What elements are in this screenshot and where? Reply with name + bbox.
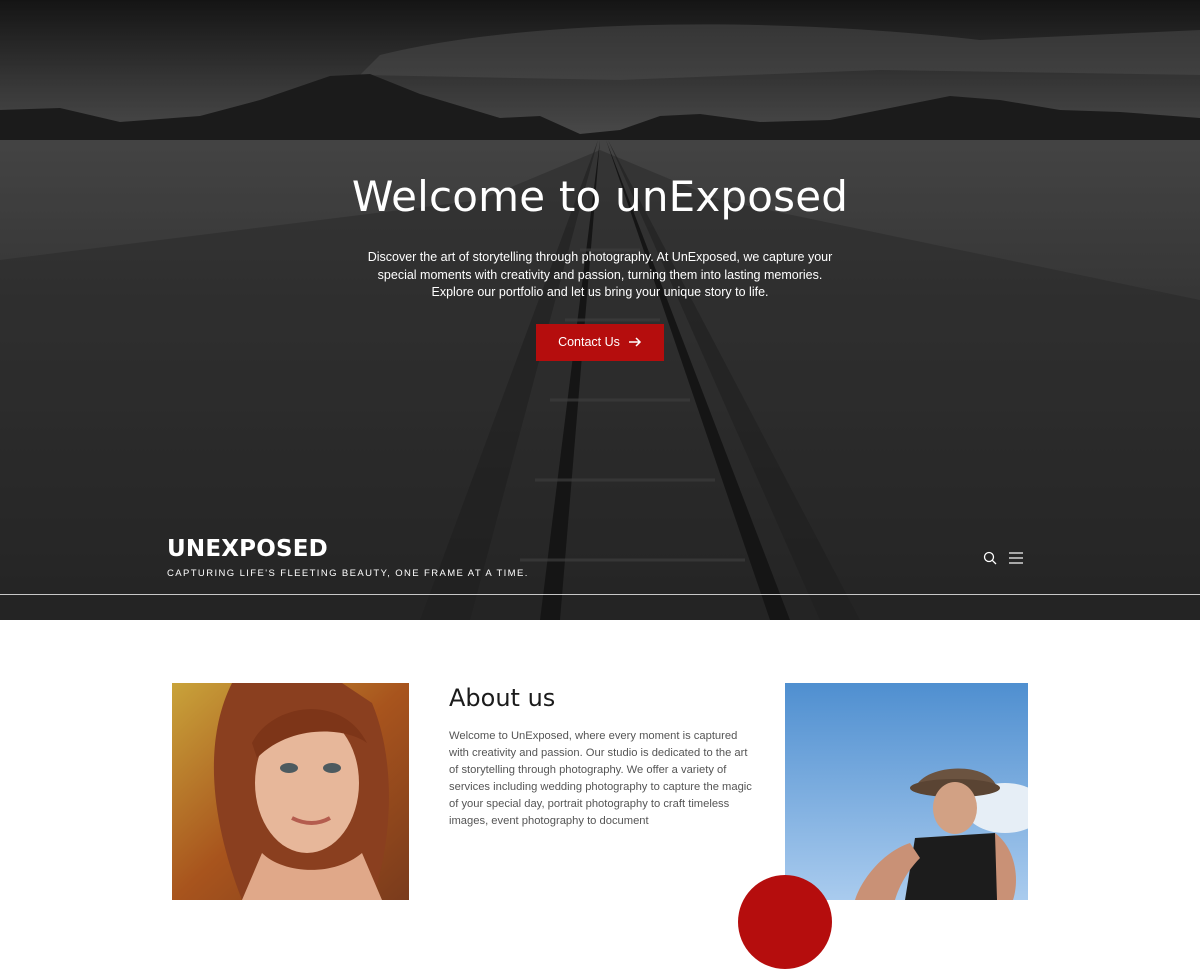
hero-title: Welcome to unExposed	[351, 172, 849, 221]
contact-us-button[interactable]: Contact Us	[536, 323, 664, 361]
header-divider	[0, 594, 1200, 595]
portrait-man-image	[785, 683, 1028, 900]
search-icon[interactable]	[982, 550, 998, 566]
menu-icon[interactable]	[1008, 550, 1024, 566]
arrow-right-icon	[628, 335, 642, 350]
about-body: Welcome to UnExposed, where every moment…	[449, 730, 752, 827]
contact-us-label: Contact Us	[558, 335, 620, 349]
hero-section: Welcome to unExposed Discover the art of…	[0, 0, 1200, 620]
hero-content: Welcome to unExposed Discover the art of…	[0, 172, 1200, 361]
decorative-circle	[738, 875, 832, 969]
hero-description: Discover the art of storytelling through…	[367, 250, 833, 299]
about-title: About us	[449, 684, 556, 712]
about-text: About us Welcome to UnExposed, where eve…	[449, 684, 759, 830]
header-tools	[982, 550, 1024, 566]
about-section: About us Welcome to UnExposed, where eve…	[0, 620, 1200, 969]
portrait-woman-image	[172, 683, 409, 900]
site-tagline: CAPTURING LIFE'S FLEETING BEAUTY, ONE FR…	[167, 568, 529, 579]
site-branding: UNEXPOSED CAPTURING LIFE'S FLEETING BEAU…	[167, 536, 529, 579]
site-title[interactable]: UNEXPOSED	[167, 536, 529, 562]
